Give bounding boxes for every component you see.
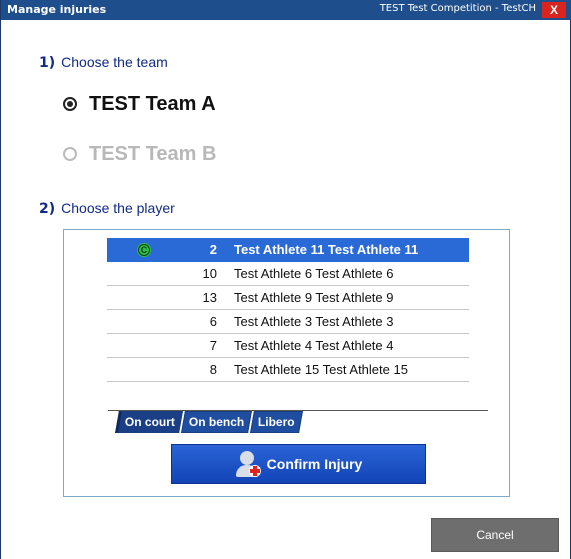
player-name: Test Athlete 11 Test Athlete 11 [234,242,419,257]
player-number: 8 [209,362,217,377]
player-row[interactable]: 13 Test Athlete 9 Test Athlete 9 [107,286,469,310]
player-number: 2 [209,242,217,257]
team-option-a[interactable]: TEST Team A [63,90,216,118]
player-name: Test Athlete 3 Test Athlete 3 [234,314,394,329]
cancel-button[interactable]: Cancel [431,518,559,552]
step-number: 1) [39,55,56,71]
step-choose-player-heading: 2) Choose the player [39,200,175,217]
tab-libero[interactable]: Libero [250,411,303,433]
player-number: 13 [202,290,217,305]
player-list: C 2 Test Athlete 11 Test Athlete 11 10 T… [107,238,469,382]
team-option-b[interactable]: TEST Team B [63,140,216,168]
close-icon: X [549,3,558,17]
player-row[interactable]: 6 Test Athlete 3 Test Athlete 3 [107,310,469,334]
tab-label: On bench [188,415,245,429]
player-name: Test Athlete 6 Test Athlete 6 [234,266,394,281]
tab-label: Libero [258,415,295,429]
player-row[interactable]: 10 Test Athlete 6 Test Athlete 6 [107,262,469,286]
tab-on-court[interactable]: On court [115,411,183,433]
user-add-injury-icon [235,451,261,477]
confirm-injury-label: Confirm Injury [266,456,363,472]
team-a-label: TEST Team A [89,92,216,115]
close-button[interactable]: X [542,2,566,18]
player-row[interactable]: C 2 Test Athlete 11 Test Athlete 11 [107,238,469,262]
cancel-label: Cancel [476,528,514,542]
competition-title: TEST Test Competition - TestCH [379,3,536,14]
player-name: Test Athlete 4 Test Athlete 4 [234,338,394,353]
tab-label: On court [124,415,175,429]
player-name: Test Athlete 9 Test Athlete 9 [234,290,394,305]
player-filter-tabs: On court On bench Libero [115,411,303,433]
player-name: Test Athlete 15 Test Athlete 15 [234,362,408,377]
manage-injuries-dialog: Manage injuries TEST Test Competition - … [0,0,571,559]
player-number: 10 [202,266,217,281]
player-row[interactable]: 8 Test Athlete 15 Test Athlete 15 [107,358,469,382]
step-label: Choose the team [61,54,168,70]
player-row[interactable]: 7 Test Athlete 4 Test Athlete 4 [107,334,469,358]
confirm-injury-button[interactable]: Confirm Injury [171,444,426,484]
step-number: 2) [39,201,56,217]
title-bar: Manage injuries TEST Test Competition - … [1,0,571,20]
player-number: 7 [209,338,217,353]
tab-on-bench[interactable]: On bench [181,411,253,433]
radio-unselected-icon[interactable] [63,147,77,161]
step-label: Choose the player [61,200,175,216]
player-number: 6 [209,314,217,329]
player-panel: C 2 Test Athlete 11 Test Athlete 11 10 T… [63,229,510,497]
window-title: Manage injuries [7,3,107,16]
team-b-label: TEST Team B [89,142,217,165]
radio-selected-icon[interactable] [63,97,77,111]
captain-icon: C [137,243,151,257]
step-choose-team-heading: 1) Choose the team [39,54,168,71]
